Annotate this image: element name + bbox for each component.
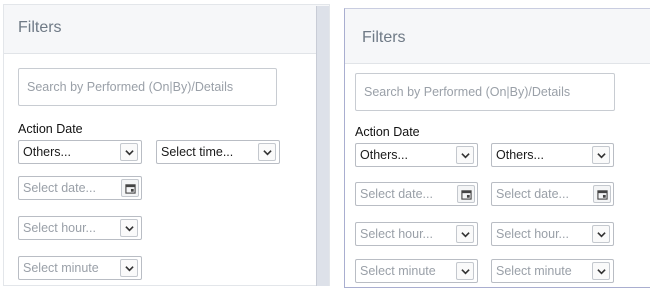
action-date-option-select[interactable]: Others... — [18, 140, 142, 164]
select-value: Select minute — [360, 264, 436, 278]
chevron-down-icon — [258, 143, 276, 161]
from-minute-select[interactable]: Select minute — [355, 259, 478, 283]
minute-select[interactable]: Select minute — [18, 256, 142, 280]
chevron-down-icon — [592, 262, 610, 280]
action-date-label: Action Date — [18, 122, 83, 136]
chevron-down-icon — [456, 262, 474, 280]
time-select[interactable]: Select time... — [156, 140, 280, 164]
chevron-down-icon — [120, 143, 138, 161]
panel-header: Filters — [345, 9, 650, 64]
chevron-down-icon — [120, 259, 138, 277]
select-value: Select hour... — [496, 227, 569, 241]
action-date-label: Action Date — [355, 125, 420, 139]
calendar-icon[interactable] — [457, 185, 475, 203]
from-option-select[interactable]: Others... — [355, 143, 478, 167]
select-value: Others... — [496, 148, 544, 162]
filters-panel-right: Filters Action Date Others... Select dat… — [344, 8, 650, 288]
select-value: Select hour... — [360, 227, 433, 241]
to-option-select[interactable]: Others... — [491, 143, 614, 167]
hour-select[interactable]: Select hour... — [18, 216, 142, 240]
chevron-down-icon — [592, 146, 610, 164]
search-input[interactable] — [355, 73, 615, 111]
to-date-input[interactable]: Select date... — [491, 182, 614, 206]
calendar-icon[interactable] — [121, 179, 139, 197]
chevron-down-icon — [456, 146, 474, 164]
select-value: Others... — [23, 145, 71, 159]
from-date-input[interactable]: Select date... — [355, 182, 478, 206]
panel-title: Filters — [18, 19, 62, 36]
calendar-icon[interactable] — [593, 185, 611, 203]
select-value: Select minute — [23, 261, 99, 275]
date-input[interactable]: Select date... — [18, 176, 142, 200]
search-input[interactable] — [18, 68, 277, 106]
select-value: Others... — [360, 148, 408, 162]
date-placeholder: Select date... — [360, 187, 433, 201]
select-value: Select minute — [496, 264, 572, 278]
date-placeholder: Select date... — [23, 181, 96, 195]
from-hour-select[interactable]: Select hour... — [355, 222, 478, 246]
select-value: Select hour... — [23, 221, 96, 235]
date-placeholder: Select date... — [496, 187, 569, 201]
chevron-down-icon — [120, 219, 138, 237]
to-minute-select[interactable]: Select minute — [491, 259, 614, 283]
panel-header: Filters — [4, 5, 329, 54]
chevron-down-icon — [456, 225, 474, 243]
to-hour-select[interactable]: Select hour... — [491, 222, 614, 246]
filters-panel-left: Filters Action Date Others... Select tim… — [3, 4, 330, 286]
panel-title: Filters — [362, 29, 406, 46]
select-value: Select time... — [161, 145, 234, 159]
chevron-down-icon — [592, 225, 610, 243]
scrollbar[interactable] — [316, 6, 329, 286]
